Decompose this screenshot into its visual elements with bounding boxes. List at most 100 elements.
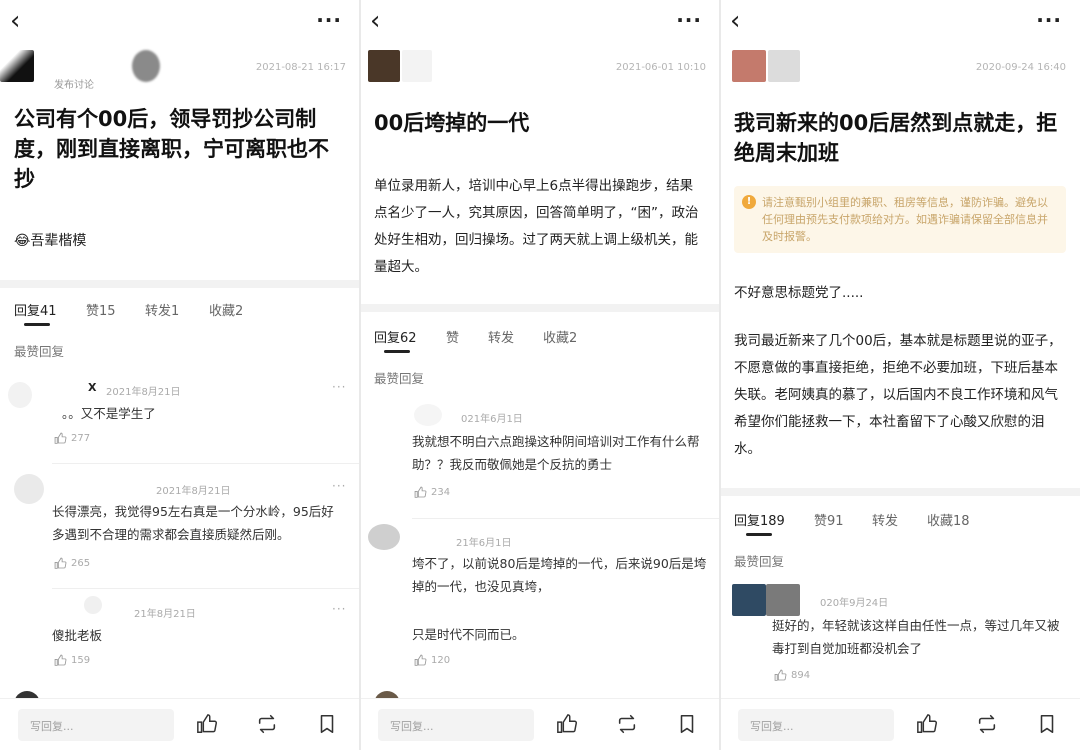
avatar-blur: [768, 50, 800, 82]
repost-icon[interactable]: [616, 713, 638, 735]
thumb-up-icon[interactable]: [196, 713, 218, 735]
post-body-intro: 不好意思标题党了.....: [734, 285, 864, 301]
comment-more-icon[interactable]: ···: [332, 380, 346, 394]
comment-text: 傻批老板: [52, 628, 103, 643]
reaction-tabs: 回复189 赞91 转发 收藏18: [734, 510, 1066, 530]
avatar[interactable]: [14, 474, 44, 504]
comment-text: 挺好的，年轻就该这样自由任性一点，等过几年又被毒打到自觉加班都没机会了: [772, 618, 1060, 656]
avatar[interactable]: [732, 584, 766, 616]
post-title: 00后垮掉的一代: [374, 111, 530, 135]
like-count: 894: [791, 670, 811, 681]
post-panel-3: ‹ ··· 2020-09-24 16:40 我司新来的00后居然到点就走，拒绝…: [720, 0, 1080, 750]
reply-input[interactable]: 写回复...: [18, 709, 174, 741]
more-dots-icon[interactable]: ···: [676, 8, 702, 32]
tab-reposts[interactable]: 转发1: [145, 300, 179, 319]
back-arrow-icon[interactable]: ‹: [370, 8, 392, 34]
comment-text: 长得漂亮，我觉得95左右真是一个分水岭，95后好多遇到不合理的需求都会直接质疑然…: [52, 504, 334, 542]
comment-text: 垮不了，以前说80后是垮掉的一代，后来说90后是垮掉的一代，也没见真垮，: [412, 556, 707, 594]
tab-replies[interactable]: 回复62: [374, 327, 417, 346]
tab-reposts[interactable]: 转发: [872, 510, 898, 529]
avatar[interactable]: [368, 50, 400, 82]
avatar-blur: [402, 50, 432, 82]
section-title: 最赞回复: [14, 344, 65, 359]
warning-icon: !: [742, 195, 756, 209]
divider: [412, 518, 720, 519]
post-timestamp: 2021-06-01 10:10: [615, 62, 706, 73]
reply-input[interactable]: 写回复...: [738, 709, 894, 741]
like-count: 120: [431, 655, 451, 666]
avatar-blur: [132, 50, 160, 82]
tab-replies[interactable]: 回复189: [734, 510, 785, 529]
post-body: 😂吾辈楷模: [14, 233, 87, 249]
bookmark-icon[interactable]: [316, 713, 338, 735]
comment-like[interactable]: 234: [414, 486, 450, 499]
top-bar: ‹ ···: [360, 0, 720, 44]
section-title: 最赞回复: [734, 554, 785, 569]
reaction-tabs: 回复41 赞15 转发1 收藏2: [14, 300, 346, 320]
tab-likes[interactable]: 赞: [446, 327, 459, 346]
comment-more-icon[interactable]: ···: [332, 602, 346, 616]
divider: [52, 588, 360, 589]
back-arrow-icon[interactable]: ‹: [730, 8, 752, 34]
post-panel-1: ‹ ··· 发布讨论 2021-08-21 16:17 公司有个00后，领导罚抄…: [0, 0, 360, 750]
repost-icon[interactable]: [976, 713, 998, 735]
username-fragment: X: [88, 381, 97, 394]
thumb-up-icon: [414, 486, 427, 498]
panel-divider: [359, 0, 361, 750]
active-tab-indicator: [24, 323, 50, 326]
avatar[interactable]: [8, 382, 32, 408]
post-timestamp: 2021-08-21 16:17: [255, 62, 346, 73]
post-timestamp: 2020-09-24 16:40: [975, 62, 1066, 73]
panel-divider: [719, 0, 721, 750]
top-bar: ‹ ···: [0, 0, 360, 44]
fraud-notice: ! 请注意甄别小组里的兼职、租房等信息，谨防诈骗。避免以任何理由预先支付款项给对…: [734, 186, 1066, 253]
bookmark-icon[interactable]: [676, 713, 698, 735]
like-count: 265: [71, 558, 91, 569]
bottom-action-bar: 写回复...: [0, 698, 360, 750]
avatar[interactable]: [0, 50, 34, 82]
section-gap: [360, 304, 720, 312]
thumb-up-icon: [54, 557, 67, 569]
comment-more-icon[interactable]: ···: [332, 479, 346, 493]
thumb-up-icon[interactable]: [916, 713, 938, 735]
bookmark-icon[interactable]: [1036, 713, 1058, 735]
tab-likes[interactable]: 赞15: [86, 300, 116, 319]
section-gap: [720, 488, 1080, 496]
reply-input[interactable]: 写回复...: [378, 709, 534, 741]
avatar[interactable]: [84, 596, 102, 614]
repost-icon[interactable]: [256, 713, 278, 735]
comment-like[interactable]: 159: [54, 654, 90, 667]
comment-like[interactable]: 277: [54, 432, 90, 445]
avatar[interactable]: [414, 404, 442, 426]
back-arrow-icon[interactable]: ‹: [10, 8, 32, 34]
notice-text: 请注意甄别小组里的兼职、租房等信息，谨防诈骗。避免以任何理由预先支付款项给对方。…: [762, 196, 1048, 243]
tab-favorites[interactable]: 收藏2: [209, 300, 243, 319]
like-count: 159: [71, 655, 91, 666]
more-dots-icon[interactable]: ···: [316, 8, 342, 32]
comment-like[interactable]: 120: [414, 654, 450, 667]
comment-time: 2021年8月21日: [106, 387, 181, 398]
tab-favorites[interactable]: 收藏2: [543, 327, 577, 346]
comment-like[interactable]: 894: [774, 669, 810, 682]
thumb-up-icon: [54, 432, 67, 444]
reaction-tabs: 回复62 赞 转发 收藏2: [374, 327, 706, 347]
comment-time: 21年8月21日: [134, 609, 196, 620]
thumb-up-icon: [414, 654, 427, 666]
like-count: 277: [71, 433, 91, 444]
thumb-up-icon[interactable]: [556, 713, 578, 735]
post-panel-2: ‹ ··· 2021-06-01 10:10 00后垮掉的一代 单位录用新人，培…: [360, 0, 720, 750]
top-bar: ‹ ···: [720, 0, 1080, 44]
tab-reposts[interactable]: 转发: [488, 327, 514, 346]
tab-likes[interactable]: 赞91: [814, 510, 844, 529]
section-gap: [0, 280, 360, 288]
more-dots-icon[interactable]: ···: [1036, 8, 1062, 32]
tab-replies[interactable]: 回复41: [14, 300, 57, 319]
comment-like[interactable]: 265: [54, 557, 90, 570]
comment-time: 2021年8月21日: [156, 486, 231, 497]
bottom-action-bar: 写回复...: [720, 698, 1080, 750]
tab-favorites[interactable]: 收藏18: [927, 510, 970, 529]
post-body: 我司最近新来了几个00后，基本就是标题里说的亚子，不愿意做的事直接拒绝，拒绝不必…: [734, 333, 1062, 457]
avatar[interactable]: [732, 50, 766, 82]
author-note: 发布讨论: [54, 80, 94, 91]
avatar[interactable]: [368, 524, 400, 550]
